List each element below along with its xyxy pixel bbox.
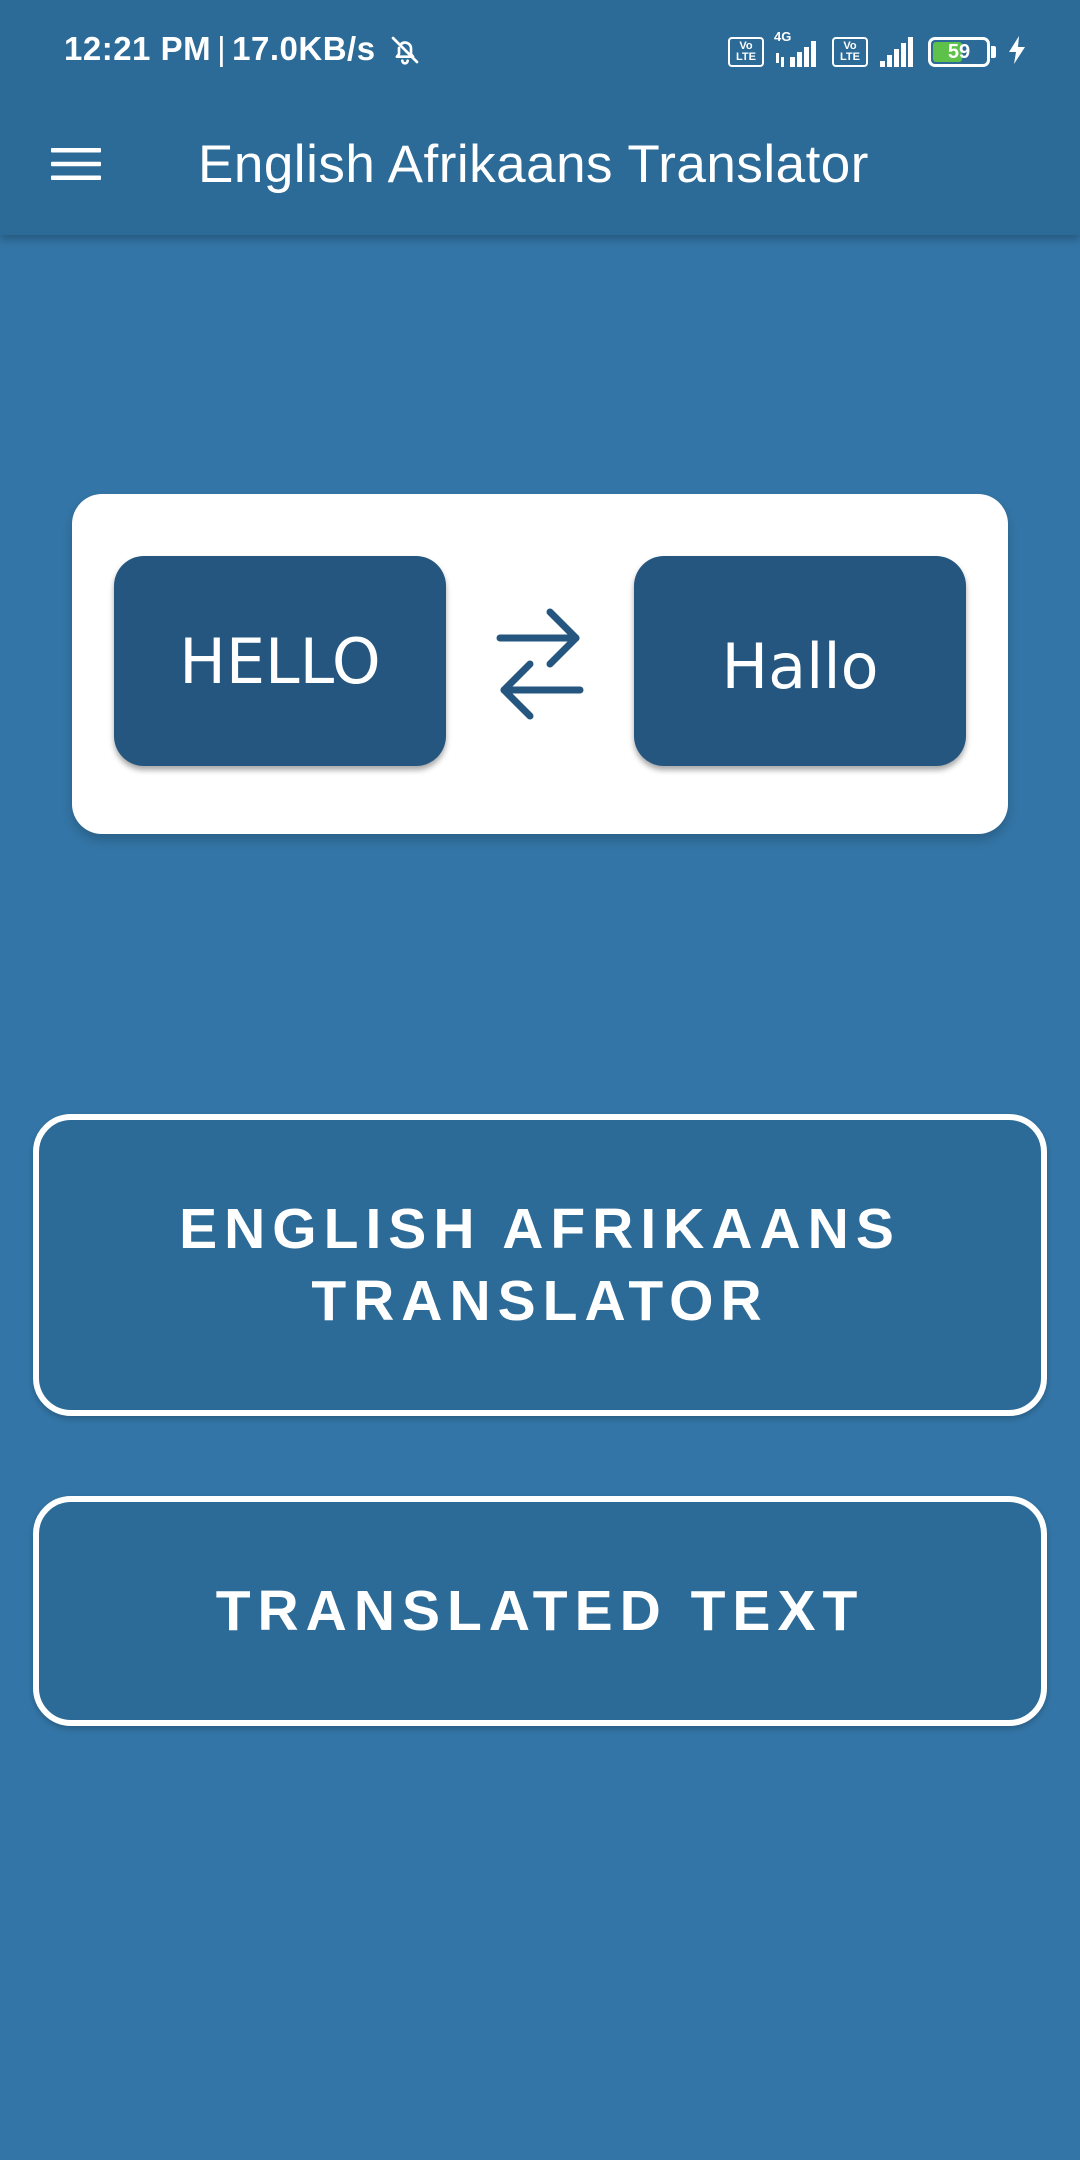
source-word-tile: HELLO bbox=[114, 556, 446, 766]
status-bar: 12:21 PM | 17.0KB/s Vo LTE 4G Vo LTE 59 bbox=[0, 0, 1080, 100]
signal-icon-2 bbox=[878, 35, 918, 69]
network-speed: 17.0KB/s bbox=[232, 30, 376, 67]
top-bar: 12:21 PM | 17.0KB/s Vo LTE 4G Vo LTE 59 … bbox=[0, 0, 1080, 235]
menu-button[interactable] bbox=[40, 130, 112, 202]
swap-arrows-icon bbox=[494, 602, 586, 731]
signal-icon: 4G bbox=[774, 29, 822, 69]
charging-bolt-icon bbox=[1006, 35, 1028, 70]
hamburger-menu-icon bbox=[49, 144, 103, 189]
network-type: 4G bbox=[774, 29, 792, 44]
clock: 12:21 PM bbox=[64, 30, 212, 67]
volte-icon-2: Vo LTE bbox=[832, 37, 868, 67]
hero-card: HELLO Hallo bbox=[72, 494, 1008, 834]
app-title: English Afrikaans Translator bbox=[198, 135, 869, 194]
battery-level: 59 bbox=[947, 40, 971, 63]
battery-tip bbox=[991, 46, 996, 58]
status-separator: | bbox=[217, 30, 227, 67]
volte-icon: Vo LTE bbox=[728, 37, 764, 67]
app-bar: English Afrikaans Translator bbox=[0, 100, 1080, 235]
battery-indicator: 59 bbox=[928, 37, 996, 67]
battery-icon: 59 bbox=[928, 37, 990, 67]
english-afrikaans-translator-button[interactable]: ENGLISH AFRIKAANS TRANSLATOR bbox=[33, 1114, 1047, 1416]
status-left: 12:21 PM | 17.0KB/s bbox=[64, 30, 421, 74]
translated-text-button[interactable]: TRANSLATED TEXT bbox=[33, 1496, 1047, 1726]
bell-off-icon bbox=[389, 34, 421, 74]
target-word-tile: Hallo bbox=[634, 556, 966, 766]
status-right: Vo LTE 4G Vo LTE 59 bbox=[728, 29, 1028, 74]
